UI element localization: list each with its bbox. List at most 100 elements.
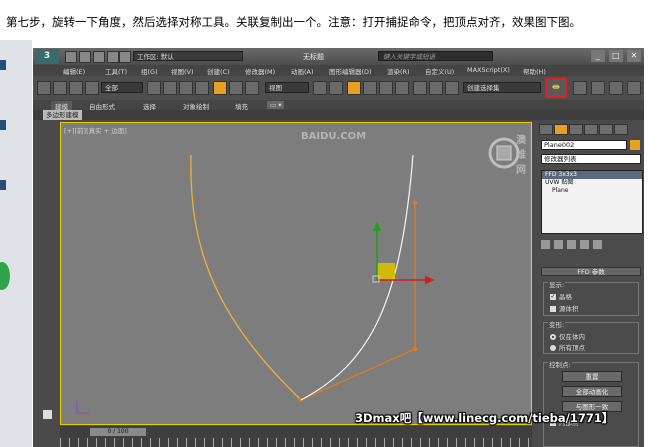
snap-toggle-icon[interactable] [347, 81, 361, 95]
undo-icon[interactable] [107, 51, 119, 63]
align-icon[interactable] [573, 81, 587, 95]
curve-editor-icon[interactable] [609, 81, 623, 95]
mirror-button[interactable]: ⇹ [545, 78, 567, 98]
polygon-modeling-label[interactable]: 多边形建模 [43, 110, 82, 120]
configure-sets-icon[interactable] [593, 240, 602, 249]
stack-item[interactable]: Plane [542, 187, 642, 195]
ribbon-subpanel: 多边形建模 [33, 110, 644, 120]
remove-modifier-icon[interactable] [580, 240, 589, 249]
spinner-snap-icon[interactable] [395, 81, 409, 95]
utilities-tab-icon[interactable] [614, 124, 628, 135]
unlink-icon[interactable] [69, 81, 83, 95]
only-in-volume-label: 仅在体内 [559, 333, 585, 341]
selection-filter-dropdown[interactable]: 全部 [101, 82, 143, 93]
angle-snap-icon[interactable] [363, 81, 377, 95]
layer-manager-icon[interactable] [591, 81, 605, 95]
world-axis-icon [76, 401, 89, 414]
source-volume-checkbox[interactable]: 源体积 [550, 303, 579, 313]
make-unique-icon[interactable] [567, 240, 576, 249]
link-icon[interactable] [53, 81, 67, 95]
timeline: 0 / 100 [60, 426, 532, 447]
schematic-view-icon[interactable] [627, 81, 641, 95]
object-color-swatch[interactable] [630, 140, 640, 150]
modify-tab-icon[interactable] [554, 124, 568, 135]
instruction-caption: 第七步，旋转一下角度，然后选择对称工具。关联复制出一个。注意：打开捕捉命令，把顶… [6, 15, 581, 29]
select-object-icon[interactable] [147, 81, 161, 95]
workspace-dropdown[interactable]: 工作区: 默认 [133, 51, 243, 61]
menu-customize[interactable]: 自定义(U) [425, 66, 454, 76]
forum-watermark: 3Dmax吧【www.linecg.com/tieba/1771】 [355, 411, 614, 425]
menu-animation[interactable]: 动画(A) [291, 66, 314, 76]
object-name-field[interactable]: Plane002 [541, 140, 627, 150]
stack-controls [541, 240, 641, 252]
mirrored-curve [300, 154, 414, 401]
redo-icon[interactable] [119, 51, 131, 63]
menu-maxscript[interactable]: MAXScript(X) [467, 66, 510, 74]
ribbon-options-icon[interactable]: ▭ ▾ [267, 101, 285, 109]
ffd-rollout-header[interactable]: FFD 参数 [541, 267, 641, 276]
pivot-center-icon[interactable] [313, 81, 327, 95]
menu-rendering[interactable]: 渲染(R) [387, 66, 410, 76]
maximize-button[interactable]: □ [608, 50, 623, 62]
show-end-result-icon[interactable] [554, 240, 563, 249]
open-file-icon[interactable] [79, 51, 91, 63]
menu-view[interactable]: 视图(V) [171, 66, 194, 76]
max-application-window: 3 工作区: 默认 无标题 键入关键字或短语 _ □ ✕ 编辑(E) 工具(T)… [33, 48, 644, 447]
select-move-icon[interactable] [213, 81, 227, 95]
select-region-icon[interactable] [179, 81, 193, 95]
bind-spacewarp-icon[interactable] [85, 81, 99, 95]
command-panel: Plane002 修改器列表 FFD 3x3x3 UVW 贴图 Plane FF… [537, 122, 644, 447]
menu-help[interactable]: 帮助(H) [523, 66, 546, 76]
display-tab-icon[interactable] [599, 124, 613, 135]
viewcube-icon[interactable] [488, 137, 520, 169]
lattice-checkbox[interactable]: ✓ 晶格 [550, 291, 572, 301]
named-selection-edit-icon[interactable] [413, 81, 427, 95]
menu-edit[interactable]: 编辑(E) [63, 66, 85, 76]
front-viewport[interactable]: [+][前][真实 + 边面] BAIDU.COM 澳维网 [60, 122, 532, 425]
new-file-icon[interactable] [65, 51, 77, 63]
save-file-icon[interactable] [93, 51, 105, 63]
close-button[interactable]: ✕ [627, 50, 641, 62]
motion-tab-icon[interactable] [584, 124, 598, 135]
left-page-strip [0, 40, 32, 447]
only-in-volume-radio[interactable]: 仅在体内 [550, 331, 585, 341]
lattice-point[interactable] [412, 346, 418, 352]
menu-graph-editors[interactable]: 图形编辑器(D) [329, 66, 372, 76]
all-vertices-radio[interactable]: 所有顶点 [550, 342, 585, 352]
pencil-icon[interactable] [445, 81, 459, 95]
all-vertices-label: 所有顶点 [559, 344, 585, 352]
menu-modifiers[interactable]: 修改器(M) [245, 66, 275, 76]
lattice-point[interactable] [412, 200, 418, 206]
edit-named-sets-icon[interactable] [429, 81, 443, 95]
command-panel-tabs [539, 124, 629, 137]
named-selection-dropdown[interactable]: 创建选择集 [463, 82, 541, 93]
select-scale-icon[interactable] [245, 81, 259, 95]
percent-snap-icon[interactable] [379, 81, 393, 95]
animate-all-button[interactable]: 全部动画化 [562, 386, 622, 397]
reset-button[interactable]: 重置 [562, 371, 622, 382]
window-title: 无标题 [303, 53, 324, 61]
menu-group[interactable]: 组(G) [141, 66, 158, 76]
select-rotate-icon[interactable] [229, 81, 243, 95]
reference-coordinate-dropdown[interactable]: 视图 [265, 82, 309, 93]
minimize-button[interactable]: _ [590, 50, 605, 62]
select-by-name-icon[interactable] [163, 81, 177, 95]
select-manipulate-icon[interactable] [329, 81, 343, 95]
search-input[interactable]: 键入关键字或短语 [378, 51, 493, 61]
create-tab-icon[interactable] [539, 124, 553, 135]
stack-item[interactable]: UVW 贴图 [542, 179, 642, 187]
app-logo-icon[interactable]: 3 [35, 49, 59, 64]
viewport-layout-icon[interactable] [43, 410, 52, 419]
track-bar[interactable] [60, 438, 532, 447]
hierarchy-tab-icon[interactable] [569, 124, 583, 135]
undo-tool-icon[interactable] [37, 81, 51, 95]
pin-stack-icon[interactable] [541, 240, 550, 249]
menu-tools[interactable]: 工具(T) [105, 66, 127, 76]
time-slider[interactable]: 0 / 100 [90, 428, 146, 436]
window-crossing-icon[interactable] [195, 81, 209, 95]
stack-item[interactable]: FFD 3x3x3 [542, 171, 642, 179]
modifier-list-dropdown[interactable]: 修改器列表 [541, 154, 641, 164]
ribbon-tabs: 建模 自由形式 选择 对象绘制 填充 ▭ ▾ [33, 100, 644, 111]
menu-create[interactable]: 创建(C) [207, 66, 230, 76]
display-group-label: 显示: [548, 279, 566, 289]
